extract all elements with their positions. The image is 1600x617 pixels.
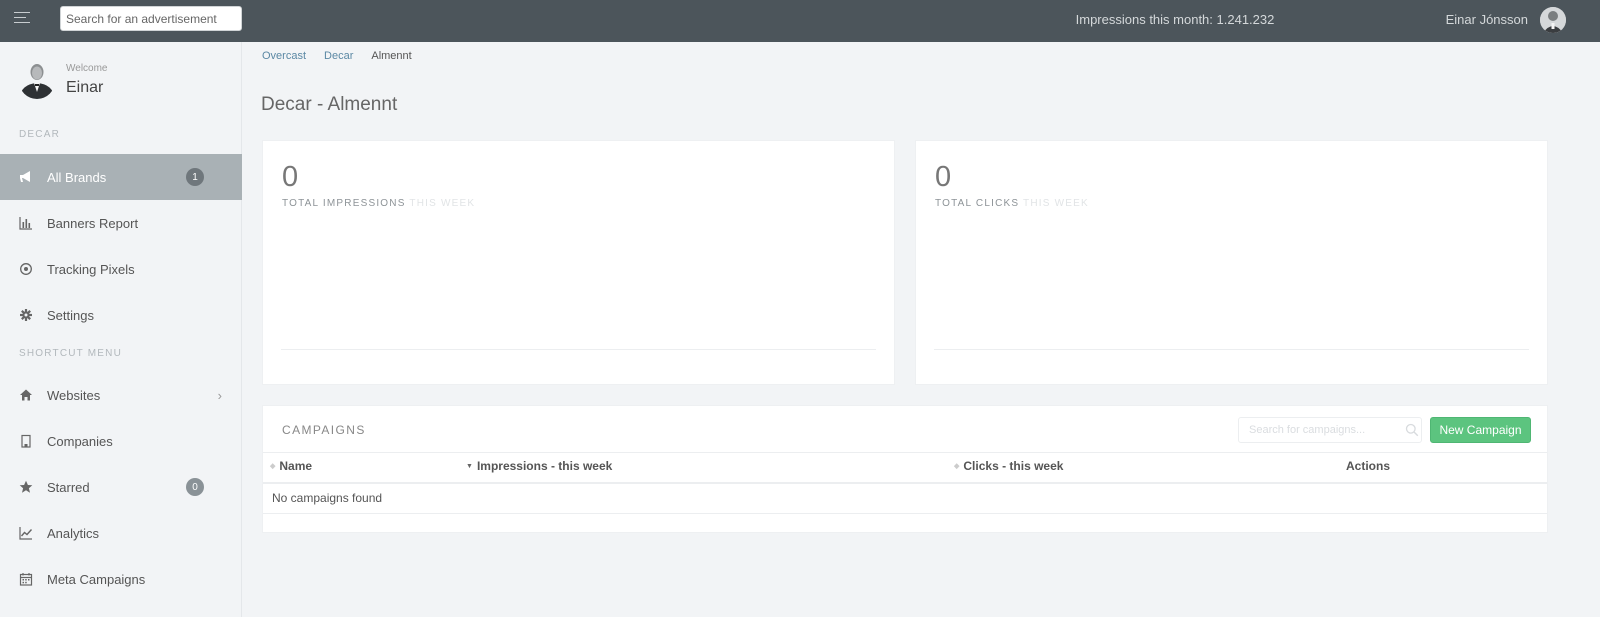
column-header-clicks[interactable]: ◆ Clicks - this week	[954, 459, 1063, 473]
user-menu-name[interactable]: Einar Jónsson	[1446, 12, 1528, 27]
stat-label-text: TOTAL CLICKS	[935, 198, 1020, 209]
total-impressions-value: 0	[282, 161, 299, 193]
hamburger-icon[interactable]	[14, 12, 32, 28]
count-badge: 1	[186, 168, 204, 186]
megaphone-icon	[19, 170, 33, 184]
campaigns-title: CAMPAIGNS	[282, 423, 366, 437]
sort-descending-icon: ▼	[466, 462, 473, 470]
chart-baseline	[281, 349, 876, 350]
sidebar-item-label: Analytics	[47, 525, 100, 541]
sidebar-item-label: All Brands	[47, 169, 107, 185]
user-avatar[interactable]	[1540, 7, 1566, 33]
top-bar: Impressions this month: 1.241.232 Einar …	[0, 0, 1600, 42]
chart-baseline	[934, 349, 1529, 350]
bar-chart-icon	[19, 216, 33, 230]
sort-icon: ◆	[270, 463, 276, 470]
welcome-label: Welcome	[66, 63, 108, 74]
column-header-impressions[interactable]: ▼ Impressions - this week	[466, 459, 612, 473]
advertisement-search-input[interactable]	[60, 6, 242, 31]
welcome-name: Einar	[66, 79, 104, 96]
sidebar-item-settings[interactable]: Settings	[0, 292, 242, 338]
sidebar-item-label: Websites	[47, 387, 101, 403]
breadcrumb: Overcast Decar Almennt	[262, 50, 412, 62]
divider	[263, 482, 1547, 484]
sidebar-item-analytics[interactable]: Analytics	[0, 510, 242, 556]
impressions-card: 0 TOTAL IMPRESSIONS THIS WEEK	[262, 140, 895, 385]
clicks-card: 0 TOTAL CLICKS THIS WEEK	[915, 140, 1548, 385]
divider	[263, 513, 1547, 514]
sidebar-item-starred[interactable]: Starred 0	[0, 464, 242, 510]
impressions-this-month: Impressions this month: 1.241.232	[1075, 12, 1275, 27]
sort-icon: ◆	[954, 463, 960, 470]
calendar-icon	[19, 572, 33, 586]
campaign-search-input[interactable]	[1238, 417, 1422, 443]
search-icon	[1405, 423, 1419, 437]
gear-icon	[19, 308, 33, 322]
home-icon	[19, 388, 33, 402]
line-chart-icon	[19, 526, 33, 540]
column-header-actions: Actions	[1346, 459, 1390, 473]
column-header-label: Actions	[1346, 459, 1391, 473]
column-header-label: Name	[279, 459, 313, 473]
divider	[263, 452, 1547, 453]
new-campaign-button[interactable]: New Campaign	[1430, 417, 1531, 443]
column-header-name[interactable]: ◆ Name	[270, 459, 312, 473]
sidebar-item-banners-report[interactable]: Banners Report	[0, 200, 242, 246]
stat-label-text: TOTAL IMPRESSIONS	[282, 198, 406, 209]
total-impressions-label: TOTAL IMPRESSIONS THIS WEEK	[282, 198, 475, 209]
count-badge: 0	[186, 478, 204, 496]
avatar	[19, 59, 55, 99]
stat-label-period: THIS WEEK	[409, 198, 476, 209]
stat-label-period: THIS WEEK	[1023, 198, 1089, 209]
sidebar-item-tracking-pixels[interactable]: Tracking Pixels	[0, 246, 242, 292]
sidebar-item-websites[interactable]: Websites ›	[0, 372, 242, 418]
building-icon	[19, 434, 33, 448]
empty-table-message: No campaigns found	[272, 491, 383, 505]
sidebar-item-label: Tracking Pixels	[47, 261, 135, 277]
sidebar-item-label: Settings	[47, 307, 94, 323]
sidebar-item-label: Companies	[47, 433, 113, 449]
page-title: Decar - Almennt	[261, 94, 398, 115]
section-heading-decar: DECAR	[19, 129, 61, 140]
column-header-label: Impressions - this week	[476, 459, 613, 473]
breadcrumb-decar[interactable]: Decar	[324, 50, 353, 62]
campaigns-panel: CAMPAIGNS New Campaign ◆ Name ▼ Impressi…	[262, 405, 1548, 533]
star-icon	[19, 480, 33, 494]
sidebar-item-meta-campaigns[interactable]: Meta Campaigns	[0, 556, 242, 602]
section-heading-shortcut-menu: SHORTCUT MENU	[19, 348, 123, 359]
chevron-right-icon: ›	[217, 387, 222, 403]
total-clicks-value: 0	[935, 161, 952, 193]
sidebar-item-label: Starred	[47, 479, 90, 495]
sidebar-item-label: Banners Report	[47, 215, 139, 231]
total-clicks-label: TOTAL CLICKS THIS WEEK	[935, 198, 1089, 209]
sidebar-item-label: Meta Campaigns	[47, 571, 146, 587]
target-icon	[19, 262, 33, 276]
sidebar-item-all-brands[interactable]: All Brands 1	[0, 154, 242, 200]
sidebar: Welcome Einar DECAR All Brands 1 Banners…	[0, 42, 242, 617]
breadcrumb-overcast[interactable]: Overcast	[262, 50, 306, 62]
sidebar-item-companies[interactable]: Companies	[0, 418, 242, 464]
column-header-label: Clicks - this week	[963, 459, 1064, 473]
breadcrumb-current: Almennt	[371, 50, 412, 62]
